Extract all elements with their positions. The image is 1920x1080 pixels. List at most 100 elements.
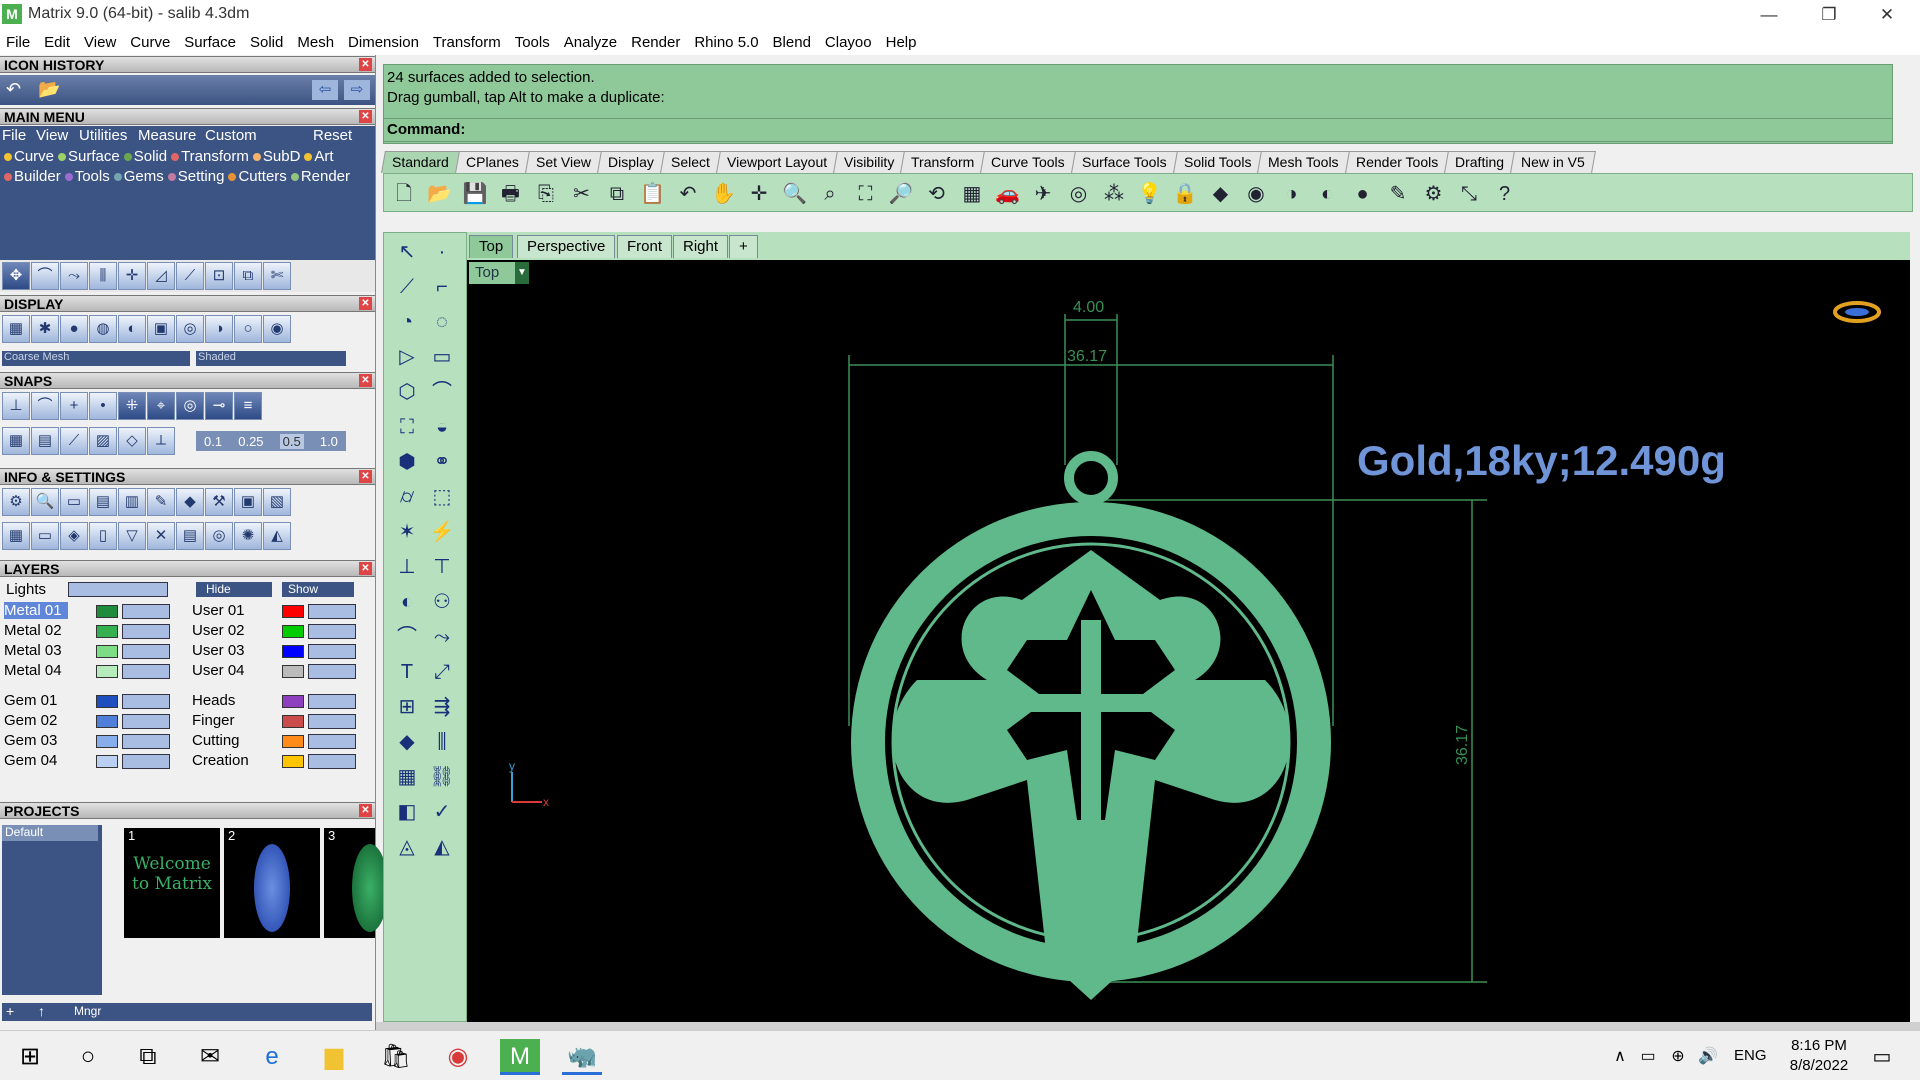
info-4-icon[interactable]: ▤ xyxy=(89,488,117,516)
project-thumb-2[interactable]: 2 xyxy=(224,828,320,938)
side-tool-29-icon[interactable]: ◆ xyxy=(392,727,422,757)
grid-1-icon[interactable]: ▦ xyxy=(2,427,30,455)
snap-5-icon[interactable]: ⁜ xyxy=(118,392,146,420)
snap-2-icon[interactable]: ⌒ xyxy=(31,392,59,420)
toolbar-tab-mesh-tools[interactable]: Mesh Tools xyxy=(1257,151,1350,173)
lights-controls[interactable] xyxy=(68,582,168,597)
zoom-extents-icon[interactable]: ⛶ xyxy=(852,180,880,208)
restore-button[interactable]: ❐ xyxy=(1800,0,1858,29)
zoom-in-icon[interactable]: 🔍 xyxy=(781,180,809,208)
side-tool-8-icon[interactable]: ▭ xyxy=(427,342,457,372)
layer-gem-02[interactable]: Gem 02 xyxy=(4,712,68,729)
layer-finger[interactable]: Finger xyxy=(192,712,256,729)
layer-color-swatch[interactable] xyxy=(96,645,118,658)
side-tool-14-icon[interactable]: ⚭ xyxy=(427,447,457,477)
toolbar-tab-drafting[interactable]: Drafting xyxy=(1443,151,1515,173)
toolbar-tab-render-tools[interactable]: Render Tools xyxy=(1344,151,1449,173)
side-tool-22-icon[interactable]: ⚇ xyxy=(427,587,457,617)
layer-cutting[interactable]: Cutting xyxy=(192,732,256,749)
shade-icon[interactable]: ◐ xyxy=(1313,180,1341,208)
menu-surface[interactable]: Surface xyxy=(184,34,236,51)
toolbar-tab-new-in-v5[interactable]: New in V5 xyxy=(1509,151,1596,173)
up-icon[interactable]: ↑ xyxy=(38,1003,45,1019)
display-tool-5-icon[interactable]: ◐ xyxy=(118,315,146,343)
close-icon[interactable]: ✕ xyxy=(359,297,372,310)
layer-icon[interactable]: ◆ xyxy=(1207,180,1235,208)
coarse-mesh-dropdown[interactable]: Coarse Mesh xyxy=(2,351,190,366)
main-menu-surface[interactable]: Surface xyxy=(54,148,120,165)
close-icon[interactable]: ✕ xyxy=(359,110,372,123)
main-tool-7-icon[interactable]: ⟋ xyxy=(176,262,204,290)
side-tool-19-icon[interactable]: ⊥ xyxy=(392,552,422,582)
layer-metal-01[interactable]: Metal 01 xyxy=(4,602,68,619)
print-icon[interactable]: 🖶 xyxy=(497,180,525,208)
layer-heads[interactable]: Heads xyxy=(192,692,256,709)
side-tool-21-icon[interactable]: ◐ xyxy=(392,587,422,617)
light-icon[interactable]: 💡 xyxy=(1136,180,1164,208)
side-tool-13-icon[interactable]: ⬢ xyxy=(392,447,422,477)
layer-color-swatch[interactable] xyxy=(282,605,304,618)
mm-measure[interactable]: Measure xyxy=(138,127,196,144)
side-tool-17-icon[interactable]: ✶ xyxy=(392,517,422,547)
toolbar-tab-curve-tools[interactable]: Curve Tools xyxy=(980,151,1076,173)
grid-2-icon[interactable]: ▤ xyxy=(31,427,59,455)
display-tool-9-icon[interactable]: ○ xyxy=(234,315,262,343)
side-tool-31-icon[interactable]: ▦ xyxy=(392,762,422,792)
info-10-icon[interactable]: ▧ xyxy=(263,488,291,516)
project-default[interactable]: Default xyxy=(2,825,98,841)
menu-transform[interactable]: Transform xyxy=(433,34,501,51)
mm-utilities[interactable]: Utilities xyxy=(79,127,127,144)
display-tool-4-icon[interactable]: ◍ xyxy=(89,315,117,343)
layer-lock-visibility-controls[interactable] xyxy=(122,644,170,659)
notification-icon[interactable]: ▭ xyxy=(1862,1039,1902,1075)
layer-color-swatch[interactable] xyxy=(96,665,118,678)
side-tool-20-icon[interactable]: ⊤ xyxy=(427,552,457,582)
menu-mesh[interactable]: Mesh xyxy=(297,34,334,51)
layer-color-swatch[interactable] xyxy=(282,755,304,768)
main-menu-render[interactable]: Render xyxy=(287,168,350,185)
setting-9-icon[interactable]: ✺ xyxy=(234,522,262,550)
setting-7-icon[interactable]: ▤ xyxy=(176,522,204,550)
display-tool-2-icon[interactable]: ✱ xyxy=(31,315,59,343)
new-icon[interactable]: 🗋 xyxy=(390,180,418,208)
car-icon[interactable]: 🚗 xyxy=(994,180,1022,208)
side-tool-15-icon[interactable]: ⌭ xyxy=(392,482,422,512)
info-3-icon[interactable]: ▭ xyxy=(60,488,88,516)
layer-lock-visibility-controls[interactable] xyxy=(308,714,356,729)
paste-icon[interactable]: 📋 xyxy=(639,180,667,208)
layer-lock-visibility-controls[interactable] xyxy=(308,664,356,679)
main-menu-gems[interactable]: Gems xyxy=(110,168,164,185)
main-menu-subd[interactable]: SubD xyxy=(249,148,300,165)
side-tool-11-icon[interactable]: ⛶ xyxy=(392,412,422,442)
side-tool-9-icon[interactable]: ⬡ xyxy=(392,377,422,407)
store-icon[interactable]: 🛍 xyxy=(376,1039,416,1075)
side-tool-18-icon[interactable]: ⚡ xyxy=(427,517,457,547)
layer-gem-01[interactable]: Gem 01 xyxy=(4,692,68,709)
target-icon[interactable]: ◎ xyxy=(1065,180,1093,208)
side-tool-4-icon[interactable]: ⌐ xyxy=(427,272,457,302)
snap-8-icon[interactable]: ⊸ xyxy=(205,392,233,420)
setting-4-icon[interactable]: ▯ xyxy=(89,522,117,550)
layer-color-swatch[interactable] xyxy=(282,715,304,728)
zoom-window-icon[interactable]: ⌕ xyxy=(816,180,844,208)
clock-date[interactable]: 8/8/2022 xyxy=(1782,1057,1856,1074)
side-tool-24-icon[interactable]: ⤳ xyxy=(427,622,457,652)
tab-front[interactable]: Front xyxy=(617,235,673,258)
tab-perspective[interactable]: Perspective xyxy=(517,235,616,258)
layer-gem-04[interactable]: Gem 04 xyxy=(4,752,68,769)
close-icon[interactable]: ✕ xyxy=(359,58,372,71)
info-2-icon[interactable]: 🔍 xyxy=(31,488,59,516)
windows-start-icon[interactable]: ⊞ xyxy=(10,1039,50,1075)
mm-custom[interactable]: Custom xyxy=(205,127,257,144)
snap-9-icon[interactable]: ≡ xyxy=(234,392,262,420)
color-wheel-icon[interactable]: ◉ xyxy=(1242,180,1270,208)
render-icon[interactable]: ● xyxy=(1349,180,1377,208)
language-indicator[interactable]: ENG xyxy=(1734,1047,1767,1064)
side-tool-2-icon[interactable]: · xyxy=(427,237,457,267)
main-tool-9-icon[interactable]: ⧉ xyxy=(234,262,262,290)
layer-lock-visibility-controls[interactable] xyxy=(122,624,170,639)
main-tool-8-icon[interactable]: ⊡ xyxy=(205,262,233,290)
layer-color-swatch[interactable] xyxy=(282,625,304,638)
layer-color-swatch[interactable] xyxy=(282,645,304,658)
toolbar-tab-surface-tools[interactable]: Surface Tools xyxy=(1071,151,1178,173)
